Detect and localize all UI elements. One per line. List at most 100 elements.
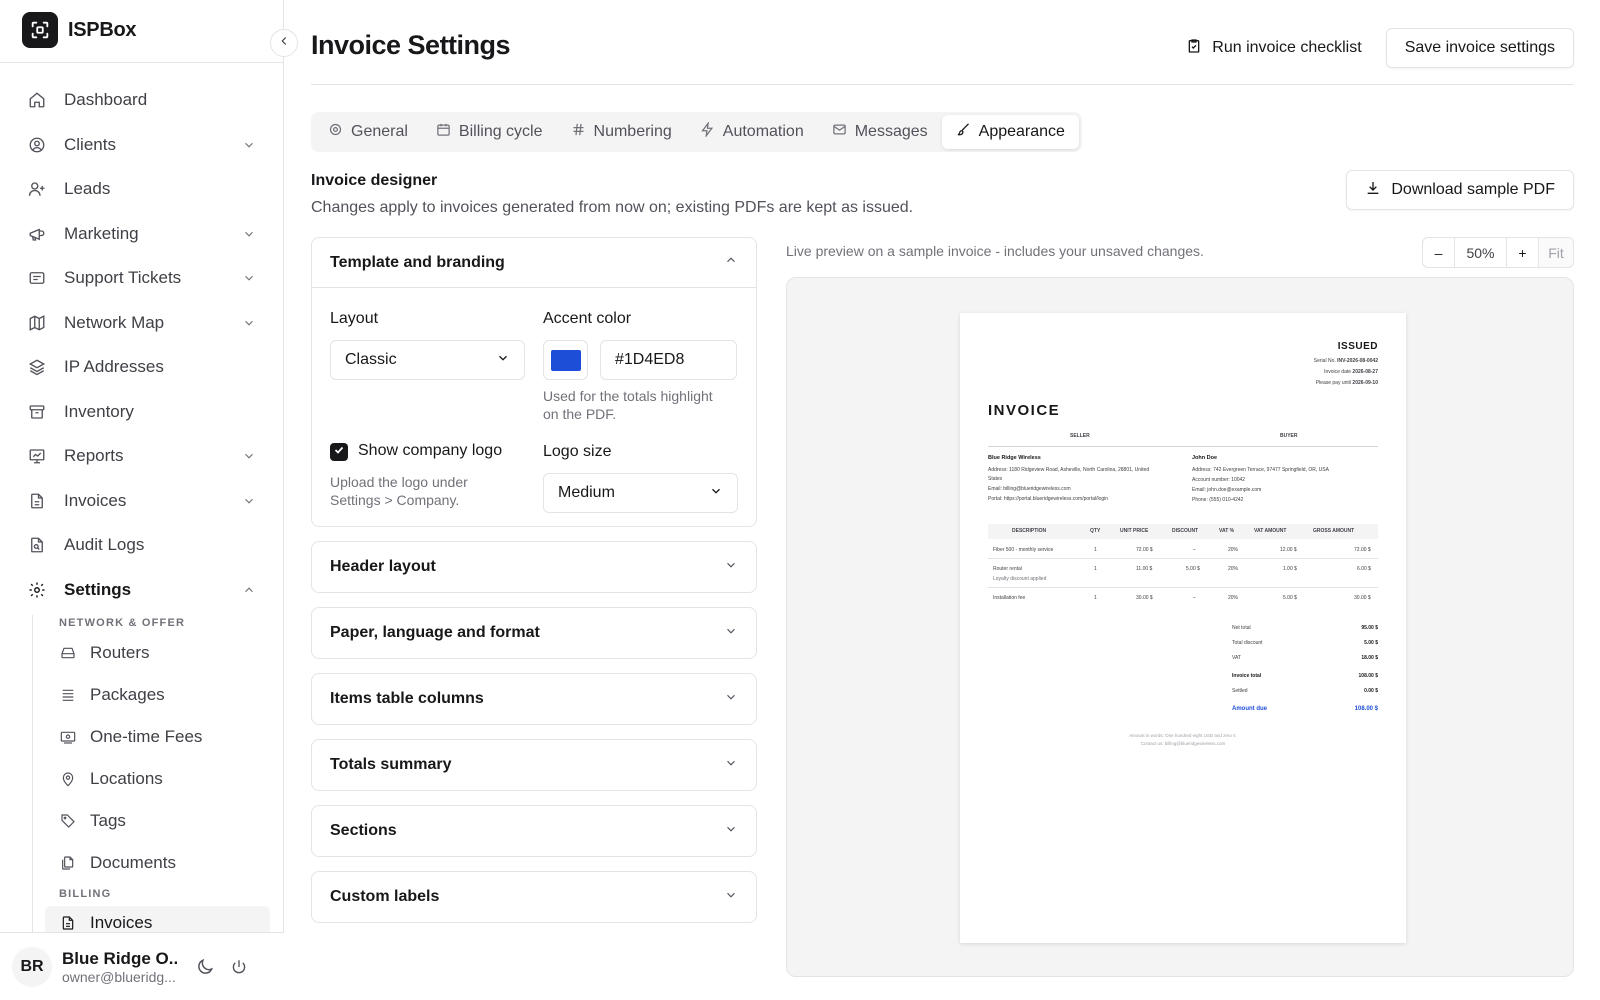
megaphone-icon [28,225,46,243]
sidebar-subitem-packages[interactable]: Packages [60,678,270,712]
sidebar-subitem-routers[interactable]: Routers [60,636,270,670]
accent-color-input[interactable] [600,340,737,380]
logo-help: Upload the logo under Settings > Company… [330,473,468,509]
row-divider [988,587,1378,588]
chevron-left-icon [277,34,291,53]
party-divider [988,446,1378,447]
accordion-header[interactable]: Paper, language and format [312,608,756,658]
sidebar-item-marketing[interactable]: Marketing [0,212,284,257]
accordion-header[interactable]: Header layout [312,542,756,592]
logo-size-select[interactable]: Medium [543,473,738,513]
sidebar-item-reports[interactable]: Reports [0,434,284,479]
zoom-out-button[interactable]: – [1423,238,1455,267]
sidebar-subitem-tags[interactable]: Tags [60,804,270,838]
zoom-fit-button[interactable]: Fit [1539,238,1573,267]
show-logo-label[interactable]: Show company logo [358,442,502,460]
page-title: Invoice Settings [311,30,511,60]
brand[interactable]: ISPBox [22,12,137,48]
tab-label: Messages [854,123,928,140]
sidebar-item-leads[interactable]: Leads [0,167,284,212]
submenu-rail [32,615,33,932]
sidebar-subitem-one-time-fees[interactable]: One-time Fees [60,720,270,754]
accordion-title: Totals summary [330,756,452,773]
sidebar-item-dashboard[interactable]: Dashboard [0,78,284,123]
sidebar-item-label: Dashboard [64,90,148,110]
save-settings-label: Save invoice settings [1404,39,1555,56]
map-icon [28,314,46,332]
tab-messages[interactable]: Messages [818,115,942,149]
sidebar-item-ip-addresses[interactable]: IP Addresses [0,345,284,390]
sidebar-subitem-label: Tags [90,811,126,830]
logo-size-label: Logo size [543,443,612,460]
sidebar-item-invoices[interactable]: Invoices [0,479,284,524]
tab-billing-cycle[interactable]: Billing cycle [422,115,557,149]
accordion-header[interactable]: Sections [312,806,756,856]
row-unit-price: 72.00 $ [1136,547,1153,553]
sidebar-item-support-tickets[interactable]: Support Tickets [0,256,284,301]
show-logo-checkbox[interactable] [330,443,348,461]
zoom-in-button[interactable]: + [1507,238,1539,267]
tab-general[interactable]: General [314,115,422,149]
archive-icon [28,403,46,421]
sidebar-item-clients[interactable]: Clients [0,123,284,168]
logout-power-icon[interactable] [225,953,253,981]
total-value: 95.00 $ [1361,625,1378,631]
accordion-title: Custom labels [330,888,440,905]
accent-color-help: Used for the totals highlight on the PDF… [543,387,713,423]
layout-label: Layout [330,310,379,327]
clipboard-check-icon [1186,38,1202,59]
home-icon [28,91,46,109]
download-sample-pdf-button[interactable]: Download sample PDF [1346,170,1574,210]
sidebar-subitem-documents[interactable]: Documents [60,846,270,880]
tab-appearance[interactable]: Appearance [941,115,1079,149]
theme-toggle-moon-icon[interactable] [191,953,219,981]
accordion-header[interactable]: Items table columns [312,674,756,724]
chevron-down-icon [242,270,256,290]
sidebar-item-inventory[interactable]: Inventory [0,390,284,435]
layout-select[interactable]: Classic [330,340,525,380]
accordion-header[interactable]: Custom labels [312,872,756,922]
row-divider [988,558,1378,559]
accent-color-swatch-button[interactable] [543,340,588,380]
sidebar-item-label: Settings [64,579,132,599]
total-label: VAT [1232,655,1241,661]
tab-numbering[interactable]: Numbering [557,115,686,149]
seller-email: Email: billing@blueridgewireless.com [988,486,1071,492]
user-card[interactable]: BR Blue Ridge O... owner@blueridg... [0,932,284,1000]
row-gross: 30.00 $ [1354,595,1371,601]
save-settings-button[interactable]: Save invoice settings [1385,28,1574,68]
list-icon [60,687,76,703]
row-qty: 1 [1094,595,1097,601]
sidebar-item-network-map[interactable]: Network Map [0,301,284,346]
total-label: Net total [1232,625,1251,631]
sidebar-nav: Dashboard Clients Leads Marketing Suppor… [0,78,284,612]
sidebar-subitem-locations[interactable]: Locations [60,762,270,796]
date-value: 2026-08-27 [1352,369,1378,375]
user-name: Blue Ridge O... [62,948,177,968]
accordion-header[interactable]: Totals summary [312,740,756,790]
calendar-icon [436,122,451,142]
seller-address: Address: 1180 Ridgeview Road, Asheville,… [988,467,1150,473]
sidebar-item-label: Support Tickets [64,268,182,288]
row-description: Router rental [993,566,1022,572]
main-content: Invoice Settings Run invoice checklist S… [311,0,1574,1000]
header-divider [311,84,1574,85]
chevron-down-icon [242,493,256,513]
sidebar-item-label: Invoices [64,490,127,510]
accordion-custom-labels: Custom labels [311,871,757,923]
invoice-footer-line: Contact us: billing@blueridgewireless.co… [1140,741,1226,746]
accordion-header[interactable]: Template and branding [312,238,756,288]
accent-color-label: Accent color [543,310,632,327]
sidebar-item-label: Marketing [64,223,139,243]
collapse-sidebar-button[interactable] [270,29,298,57]
sidebar-item-label: Inventory [64,401,134,421]
run-checklist-button[interactable]: Run invoice checklist [1172,28,1375,68]
sidebar-subitem-label: Packages [90,685,165,704]
sidebar-item-label: Clients [64,134,116,154]
accordion-title: Items table columns [330,690,484,707]
tab-automation[interactable]: Automation [686,115,818,149]
row-description: Fiber 500 - monthly service [993,547,1054,553]
sidebar-item-settings[interactable]: Settings [0,568,284,613]
sidebar-item-audit-logs[interactable]: Audit Logs [0,523,284,568]
seller-address-2: States [988,476,1003,482]
